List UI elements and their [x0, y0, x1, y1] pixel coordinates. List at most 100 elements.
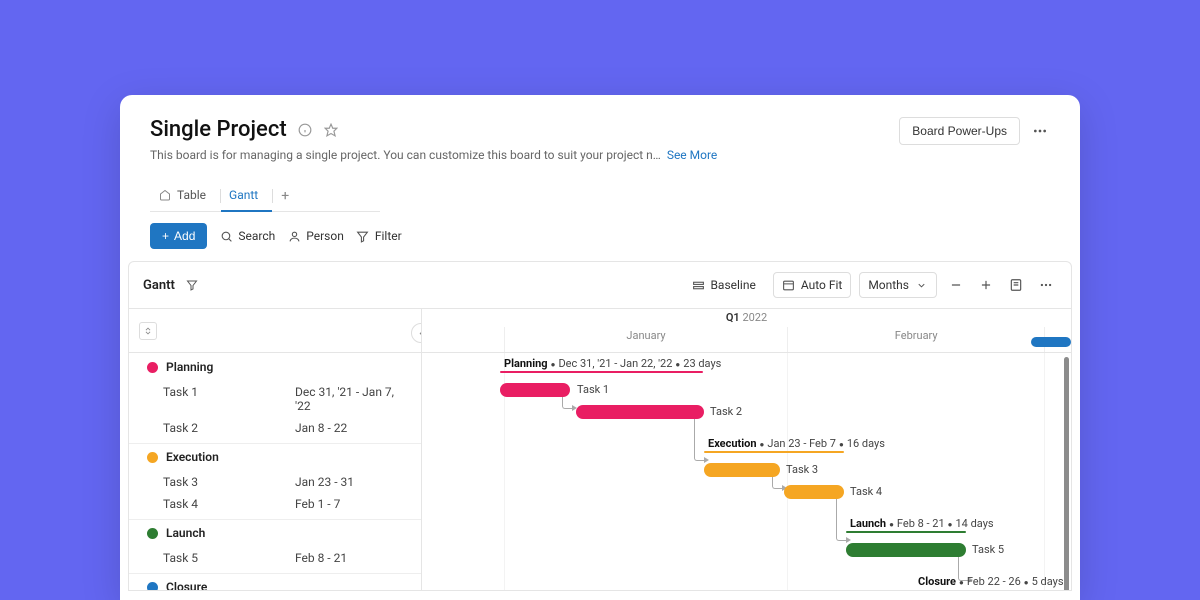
filter-icon: [356, 229, 370, 243]
group-row-execution[interactable]: Execution: [129, 443, 421, 471]
add-view-button[interactable]: +: [273, 184, 297, 208]
gantt-chart: Planning●Dec 31, '21 - Jan 22, '22●23 da…: [422, 353, 1071, 590]
month-col-feb: February: [787, 327, 1044, 352]
person-label: Person: [306, 229, 344, 243]
filter-icon[interactable]: [185, 278, 199, 292]
group-name: Closure: [166, 580, 207, 590]
gantt-bar-task-3[interactable]: [704, 463, 780, 477]
gantt-bar-task-2[interactable]: [576, 405, 704, 419]
bar-label: Task 1: [577, 383, 609, 396]
task-row[interactable]: Task 2 Jan 8 - 22: [129, 417, 421, 439]
month-col-pre: [422, 327, 504, 352]
task-name: Task 2: [163, 421, 295, 435]
task-row[interactable]: Task 4 Feb 1 - 7: [129, 493, 421, 515]
autofit-button[interactable]: Auto Fit: [773, 272, 851, 298]
baseline-icon: [691, 278, 705, 292]
search-button[interactable]: Search: [219, 229, 275, 243]
person-button[interactable]: Person: [287, 229, 344, 243]
gantt-bar-task-1[interactable]: [500, 383, 570, 397]
more-icon[interactable]: [1035, 274, 1057, 296]
phase-bar-planning[interactable]: [500, 371, 703, 373]
group-row-launch[interactable]: Launch: [129, 519, 421, 547]
task-row[interactable]: Task 5 Feb 8 - 21: [129, 547, 421, 569]
group-name: Launch: [166, 526, 205, 540]
autofit-icon: [782, 278, 796, 292]
bar-label: Task 4: [850, 485, 882, 498]
view-tabs: Table Gantt +: [120, 180, 1080, 213]
gantt-bar-task-4[interactable]: [784, 485, 844, 499]
gantt-body: Planning Task 1 Dec 31, '21 - Jan 7, '22…: [129, 309, 1071, 590]
group-color-dot: [147, 452, 158, 463]
add-label: Add: [174, 229, 195, 243]
phase-label-closure: Closure●Feb 22 - 26●5 days: [918, 575, 1064, 588]
group-row-planning[interactable]: Planning: [129, 353, 421, 381]
gantt-bar-task-5[interactable]: [846, 543, 966, 557]
search-icon: [219, 229, 233, 243]
dependency-arrow: [836, 499, 846, 541]
dependency-arrow: [772, 477, 782, 489]
zoom-in-button[interactable]: [975, 274, 997, 296]
task-date: Dec 31, '21 - Jan 7, '22: [295, 385, 403, 413]
tab-label: Table: [177, 188, 206, 202]
tab-gantt[interactable]: Gantt: [221, 180, 272, 212]
gantt-header: Gantt Baseline Auto Fit: [129, 262, 1071, 309]
bar-label: Task 3: [786, 463, 818, 476]
phase-bar-execution[interactable]: [704, 451, 844, 453]
tab-table[interactable]: Table: [150, 180, 220, 212]
timeline-body: Planning●Dec 31, '21 - Jan 22, '22●23 da…: [422, 353, 1071, 590]
app-window: Single Project This board is for managin…: [120, 95, 1080, 600]
task-row[interactable]: Task 3 Jan 23 - 31: [129, 471, 421, 493]
board-powerups-button[interactable]: Board Power-Ups: [899, 117, 1020, 145]
timeline-panel[interactable]: Q1 2022 January February: [422, 309, 1071, 590]
task-row[interactable]: Task 1 Dec 31, '21 - Jan 7, '22: [129, 381, 421, 417]
scale-select[interactable]: Months: [859, 272, 937, 298]
task-name: Task 3: [163, 475, 295, 489]
autofit-label: Auto Fit: [801, 278, 842, 292]
task-date: Feb 1 - 7: [295, 497, 403, 511]
group-row-closure[interactable]: Closure: [129, 573, 421, 590]
task-list-panel: Planning Task 1 Dec 31, '21 - Jan 7, '22…: [129, 309, 422, 590]
page-title: Single Project: [150, 117, 287, 142]
filter-button[interactable]: Filter: [356, 229, 402, 243]
gantt-widget: Gantt Baseline Auto Fit: [128, 261, 1072, 591]
see-more-link[interactable]: See More: [667, 148, 717, 162]
export-icon[interactable]: [1005, 274, 1027, 296]
task-list-header: [129, 309, 421, 353]
plus-icon: +: [162, 229, 169, 243]
tab-label: Gantt: [229, 188, 258, 202]
collapse-all-icon[interactable]: [139, 322, 157, 340]
group-color-dot: [147, 582, 158, 591]
scrollbar[interactable]: [1064, 357, 1069, 590]
task-date: Feb 8 - 21: [295, 551, 403, 565]
star-icon[interactable]: [323, 122, 339, 138]
group-color-dot: [147, 362, 158, 373]
task-list: Planning Task 1 Dec 31, '21 - Jan 7, '22…: [129, 353, 421, 590]
group-name: Execution: [166, 450, 219, 464]
page-description: This board is for managing a single proj…: [150, 148, 661, 162]
filter-label: Filter: [375, 229, 402, 243]
baseline-button[interactable]: Baseline: [682, 272, 764, 298]
quarter-label: Q1 2022: [422, 311, 1071, 324]
dependency-arrow: [562, 397, 572, 409]
phase-label-launch: Launch●Feb 8 - 21●14 days: [850, 517, 994, 530]
phase-label-planning: Planning●Dec 31, '21 - Jan 22, '22●23 da…: [504, 357, 721, 370]
add-button[interactable]: + Add: [150, 223, 207, 249]
month-col-jan: January: [504, 327, 787, 352]
header-left: Single Project This board is for managin…: [150, 117, 899, 162]
task-name: Task 5: [163, 551, 295, 565]
task-name: Task 4: [163, 497, 295, 511]
bar-label: Task 5: [972, 543, 1004, 556]
group-color-dot: [147, 528, 158, 539]
info-icon[interactable]: [297, 122, 313, 138]
person-icon: [287, 229, 301, 243]
task-name: Task 1: [163, 385, 295, 413]
phase-label-execution: Execution●Jan 23 - Feb 7●16 days: [708, 437, 885, 450]
phase-bar-launch[interactable]: [846, 531, 966, 533]
group-name: Planning: [166, 360, 213, 374]
home-icon: [158, 188, 172, 202]
task-date: Jan 8 - 22: [295, 421, 403, 435]
more-icon[interactable]: [1030, 121, 1050, 141]
collapse-panel-icon[interactable]: [411, 323, 422, 343]
zoom-out-button[interactable]: [945, 274, 967, 296]
timeline-header: Q1 2022 January February: [422, 309, 1071, 353]
